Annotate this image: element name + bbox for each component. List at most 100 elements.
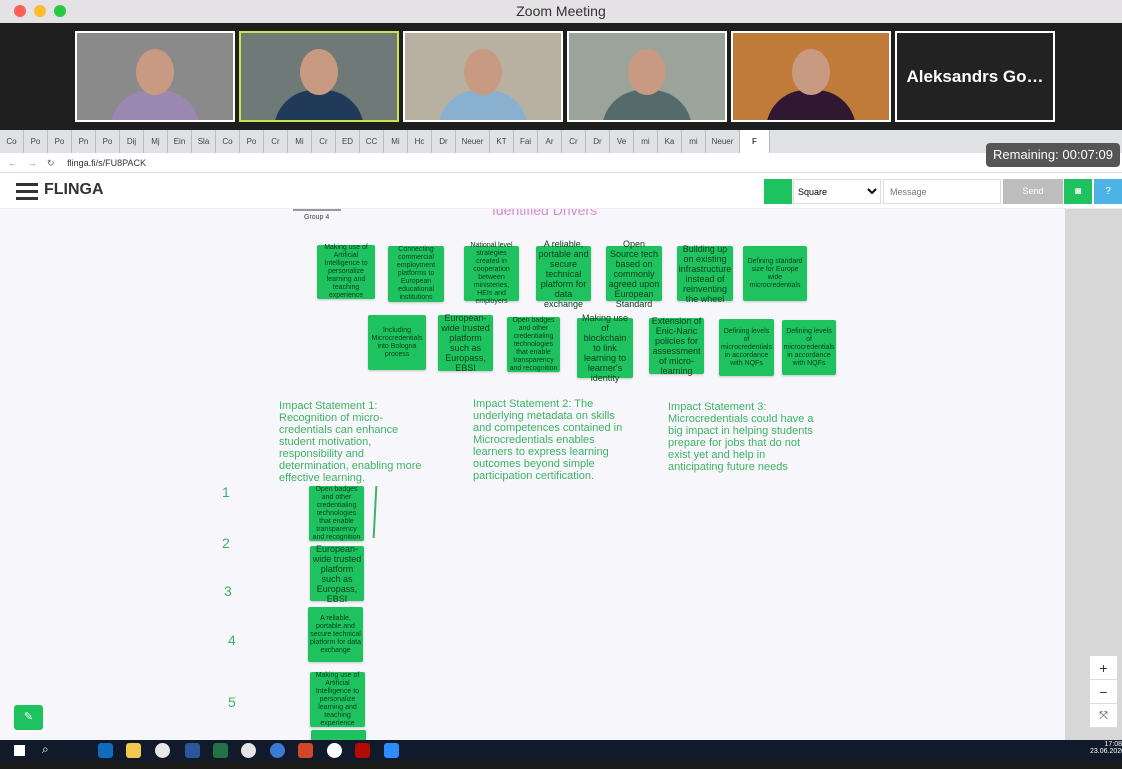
- board-title: Identified Drivers: [492, 209, 598, 218]
- chat-icon[interactable]: [270, 743, 285, 758]
- browser-tab[interactable]: KT: [490, 130, 514, 153]
- sticky-note[interactable]: [311, 730, 366, 740]
- browser-tab[interactable]: Ka: [658, 130, 682, 153]
- browser-tab[interactable]: CC: [360, 130, 384, 153]
- help-button[interactable]: ?: [1094, 179, 1122, 204]
- browser-tab[interactable]: Po: [240, 130, 264, 153]
- camera-button[interactable]: ◙: [1064, 179, 1092, 204]
- outlook-icon[interactable]: [98, 743, 113, 758]
- slack-icon[interactable]: [241, 743, 256, 758]
- word-icon[interactable]: [185, 743, 200, 758]
- zoom-app-icon[interactable]: [384, 743, 399, 758]
- browser-tab[interactable]: Po: [24, 130, 48, 153]
- maximize-window-button[interactable]: [54, 5, 66, 17]
- browser-tab[interactable]: Co: [0, 130, 24, 153]
- browser-tab[interactable]: F: [740, 130, 770, 153]
- browser-tab[interactable]: Fai: [514, 130, 538, 153]
- board-canvas[interactable]: Group 4 Identified Drivers ✎ Making use …: [0, 209, 1065, 740]
- sticky-note[interactable]: Defining levels of microcredentials in a…: [719, 319, 774, 376]
- powerpoint-icon[interactable]: [298, 743, 313, 758]
- sticky-note[interactable]: Extension of Enic-Naric policies for ass…: [649, 316, 704, 376]
- sticky-note[interactable]: European-wide trusted platform such as E…: [310, 544, 364, 604]
- browser-tab[interactable]: Ve: [610, 130, 634, 153]
- sticky-note[interactable]: A reliable, portable and secure technica…: [308, 607, 363, 662]
- browser-tab[interactable]: Co: [216, 130, 240, 153]
- browser-tab[interactable]: Pn: [72, 130, 96, 153]
- browser-tab[interactable]: Dr: [586, 130, 610, 153]
- browser-tab[interactable]: Sla: [192, 130, 216, 153]
- sticky-note[interactable]: European-wide trusted platform such as E…: [438, 313, 493, 373]
- zoom-out-button[interactable]: −: [1090, 680, 1117, 704]
- app-icon[interactable]: [327, 743, 342, 758]
- person-face: [136, 48, 174, 95]
- address-bar[interactable]: ← → ↻ flinga.fi/s/FU8PACK: [0, 153, 1122, 173]
- video-tile-participant-4[interactable]: [567, 31, 727, 122]
- ranking-number: 5: [228, 694, 236, 710]
- search-icon[interactable]: ⌕: [42, 742, 49, 757]
- video-tile-participant-5[interactable]: [731, 31, 891, 122]
- url-text[interactable]: flinga.fi/s/FU8PACK: [67, 158, 146, 168]
- sticky-note[interactable]: Making use of Artificial Intelligence to…: [310, 672, 365, 727]
- sticky-note[interactable]: National level strategies created in coo…: [464, 242, 519, 305]
- browser-tab[interactable]: Mj: [144, 130, 168, 153]
- remaining-time-badge: Remaining: 00:07:09: [986, 143, 1120, 167]
- fit-screen-button[interactable]: ⤧: [1090, 704, 1117, 728]
- impact-statement[interactable]: Impact Statement 2: The underlying metad…: [473, 398, 625, 482]
- back-icon[interactable]: ←: [8, 158, 17, 168]
- sticky-note[interactable]: Making use of Artificial Intelligence to…: [317, 244, 375, 299]
- menu-icon[interactable]: [16, 183, 38, 200]
- chrome-icon[interactable]: [155, 743, 170, 758]
- system-clock: 17:08 23.06.2020: [1090, 741, 1122, 755]
- browser-tab[interactable]: Mi: [384, 130, 408, 153]
- browser-tab[interactable]: Neuer: [456, 130, 490, 153]
- sticky-note[interactable]: Making use of blockchain to link learnin…: [577, 313, 633, 383]
- browser-tab[interactable]: Po: [96, 130, 120, 153]
- browser-tab[interactable]: Cr: [264, 130, 288, 153]
- person-body: [110, 90, 200, 120]
- message-input[interactable]: [883, 179, 1001, 204]
- video-tile-participant-2[interactable]: [239, 31, 399, 122]
- browser-tab[interactable]: mi: [682, 130, 706, 153]
- video-tile-participant-3[interactable]: [403, 31, 563, 122]
- sticky-note[interactable]: Open badges and other credentialing tech…: [507, 317, 560, 372]
- sticky-note[interactable]: Including Microcredentials into Bologna …: [368, 315, 426, 370]
- shape-select[interactable]: Square: [793, 179, 881, 204]
- acrobat-icon[interactable]: [355, 743, 370, 758]
- reload-icon[interactable]: ↻: [47, 158, 55, 168]
- browser-tab[interactable]: Hc: [408, 130, 432, 153]
- sticky-note[interactable]: Open Source tech based on commonly agree…: [606, 239, 662, 309]
- browser-tab[interactable]: Po: [48, 130, 72, 153]
- browser-tab[interactable]: Cr: [562, 130, 586, 153]
- impact-statement[interactable]: Impact Statement 3: Microcredentials cou…: [668, 401, 820, 473]
- windows-start-icon[interactable]: [14, 745, 25, 756]
- impact-statement[interactable]: Impact Statement 1: Recognition of micro…: [279, 400, 431, 484]
- browser-tab[interactable]: Ar: [538, 130, 562, 153]
- excel-icon[interactable]: [213, 743, 228, 758]
- file-explorer-icon[interactable]: [126, 743, 141, 758]
- forward-icon[interactable]: →: [28, 158, 37, 168]
- browser-tab[interactable]: Dij: [120, 130, 144, 153]
- send-button[interactable]: Send: [1003, 179, 1063, 204]
- close-window-button[interactable]: [14, 5, 26, 17]
- zoom-in-button[interactable]: +: [1090, 656, 1117, 680]
- sticky-note[interactable]: Open badges and other credentialing tech…: [309, 486, 364, 541]
- minimize-window-button[interactable]: [34, 5, 46, 17]
- ranking-number: 3: [224, 583, 232, 599]
- browser-tab[interactable]: mi: [634, 130, 658, 153]
- browser-tab[interactable]: Dr: [432, 130, 456, 153]
- sticky-note[interactable]: Connecting commercial employment platfor…: [388, 246, 444, 302]
- color-picker-button[interactable]: [764, 179, 792, 204]
- sticky-note[interactable]: Defining levels of microcredentials in a…: [782, 320, 836, 375]
- browser-tab[interactable]: ED: [336, 130, 360, 153]
- group-divider: [293, 209, 341, 211]
- sticky-note[interactable]: A reliable, portable and secure technica…: [536, 239, 591, 309]
- browser-tab[interactable]: Neuer: [706, 130, 740, 153]
- video-tile-name[interactable]: Aleksandrs Go…: [895, 31, 1055, 122]
- sticky-note[interactable]: Building up on existing infrastructure i…: [677, 244, 733, 304]
- draw-button[interactable]: ✎: [14, 705, 43, 730]
- browser-tab[interactable]: Cr: [312, 130, 336, 153]
- sticky-note[interactable]: Defining standard size for Europe wide m…: [743, 246, 807, 301]
- video-tile-participant-1[interactable]: [75, 31, 235, 122]
- browser-tab[interactable]: Mi: [288, 130, 312, 153]
- browser-tab[interactable]: Ein: [168, 130, 192, 153]
